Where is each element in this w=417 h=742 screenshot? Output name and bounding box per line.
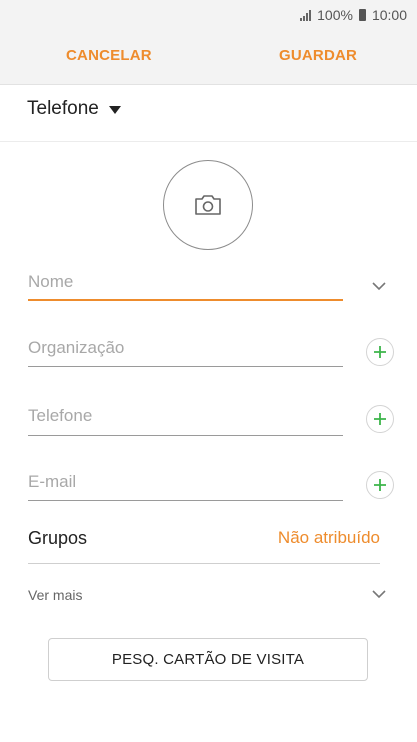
- see-more-label[interactable]: Ver mais: [28, 587, 82, 603]
- groups-label: Grupos: [28, 528, 88, 548]
- camera-icon: [195, 195, 221, 215]
- cancel-button[interactable]: CANCELAR: [66, 47, 152, 64]
- email-field[interactable]: E-mail: [28, 472, 343, 502]
- action-bar: CANCELAR GUARDAR: [0, 32, 417, 85]
- email-placeholder: E-mail: [28, 472, 77, 491]
- name-underline: [28, 299, 343, 301]
- email-underline: [28, 500, 343, 501]
- plus-icon: [374, 413, 386, 425]
- battery-percent: 100%: [317, 7, 353, 23]
- divider: [0, 141, 417, 142]
- scan-business-card-button[interactable]: PESQ. CARTÃO DE VISITA: [48, 638, 368, 681]
- account-selector-label: Telefone: [27, 98, 99, 119]
- phone-field[interactable]: Telefone: [28, 406, 343, 436]
- signal-icon: [300, 9, 312, 21]
- organization-underline: [28, 366, 343, 367]
- add-phone-button[interactable]: [366, 405, 394, 433]
- chevron-down-icon[interactable]: [371, 588, 387, 600]
- organization-field[interactable]: Organização: [28, 338, 343, 368]
- clock: 10:00: [371, 7, 407, 23]
- status-bar: 100% 10:00: [0, 0, 417, 32]
- save-button[interactable]: GUARDAR: [279, 47, 357, 64]
- dropdown-triangle-icon: [108, 105, 121, 114]
- name-placeholder: Nome: [28, 272, 74, 291]
- add-email-button[interactable]: [366, 471, 394, 499]
- phone-placeholder: Telefone: [28, 406, 93, 425]
- add-photo-button[interactable]: [163, 160, 253, 250]
- battery-icon: [358, 9, 366, 21]
- status-indicators: 100% 10:00: [300, 7, 407, 23]
- name-field[interactable]: Nome: [28, 272, 343, 302]
- account-selector[interactable]: Telefone: [27, 98, 121, 120]
- plus-icon: [374, 479, 386, 491]
- scan-business-card-label: PESQ. CARTÃO DE VISITA: [111, 651, 305, 668]
- plus-icon: [374, 346, 386, 358]
- chevron-down-icon[interactable]: [371, 280, 387, 292]
- phone-underline: [28, 435, 343, 436]
- groups-value: Não atribuído: [277, 528, 380, 547]
- add-organization-button[interactable]: [366, 338, 394, 366]
- organization-placeholder: Organização: [28, 338, 125, 357]
- groups-divider: [28, 563, 380, 564]
